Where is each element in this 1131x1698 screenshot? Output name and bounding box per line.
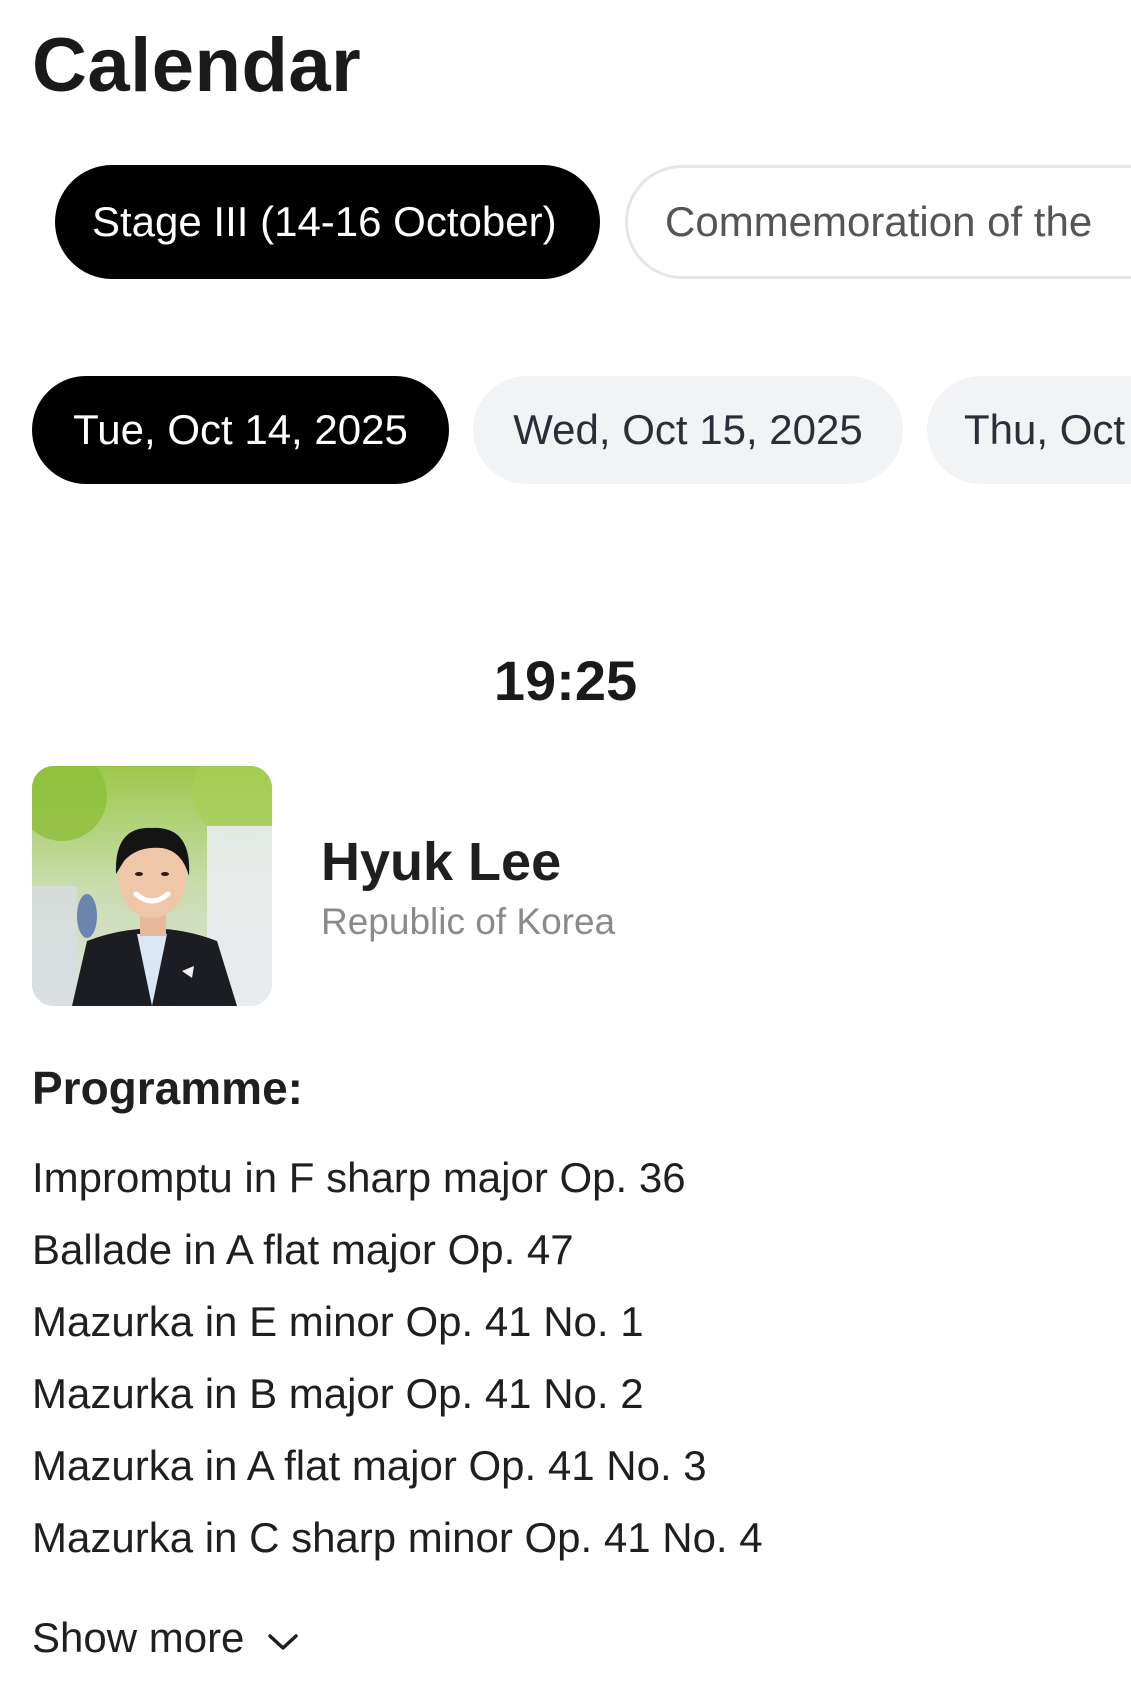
stage-chip-commemoration[interactable]: Commemoration of the bbox=[625, 165, 1131, 279]
stage-selector: Stage III (14-16 October) Commemoration … bbox=[0, 165, 1131, 281]
programme-item: Impromptu in F sharp major Op. 36 bbox=[32, 1154, 686, 1201]
performer-name[interactable]: Hyuk Lee bbox=[321, 830, 561, 894]
show-more-label: Show more bbox=[32, 1614, 245, 1661]
calendar-page: Calendar Stage III (14-16 October) Comme… bbox=[0, 0, 1131, 1698]
session-time: 19:25 bbox=[493, 649, 638, 712]
programme-list: Impromptu in F sharp major Op. 36 Ballad… bbox=[32, 1148, 763, 1580]
programme-item: Mazurka in C sharp minor Op. 41 No. 4 bbox=[32, 1514, 763, 1561]
date-chip-oct-15[interactable]: Wed, Oct 15, 2025 bbox=[473, 376, 903, 484]
performer-portrait-image bbox=[32, 766, 272, 1006]
date-chip-oct-16[interactable]: Thu, Oct bbox=[927, 376, 1131, 484]
programme-item: Ballade in A flat major Op. 47 bbox=[32, 1226, 574, 1273]
programme-item: Mazurka in B major Op. 41 No. 2 bbox=[32, 1370, 644, 1417]
programme-item: Mazurka in A flat major Op. 41 No. 3 bbox=[32, 1442, 707, 1489]
page-title: Calendar bbox=[32, 23, 362, 108]
performer-country: Republic of Korea bbox=[321, 901, 616, 942]
stage-chip-stage-iii[interactable]: Stage III (14-16 October) bbox=[55, 165, 600, 279]
show-more-button[interactable]: Show more bbox=[32, 1610, 300, 1666]
date-chip-oct-14[interactable]: Tue, Oct 14, 2025 bbox=[32, 376, 449, 484]
chevron-down-icon bbox=[266, 1630, 300, 1654]
date-selector: Tue, Oct 14, 2025 Wed, Oct 15, 2025 Thu,… bbox=[0, 376, 1131, 486]
programme-item: Mazurka in E minor Op. 41 No. 1 bbox=[32, 1298, 644, 1345]
programme-heading: Programme: bbox=[32, 1062, 303, 1114]
performer-photo[interactable] bbox=[32, 766, 272, 1006]
